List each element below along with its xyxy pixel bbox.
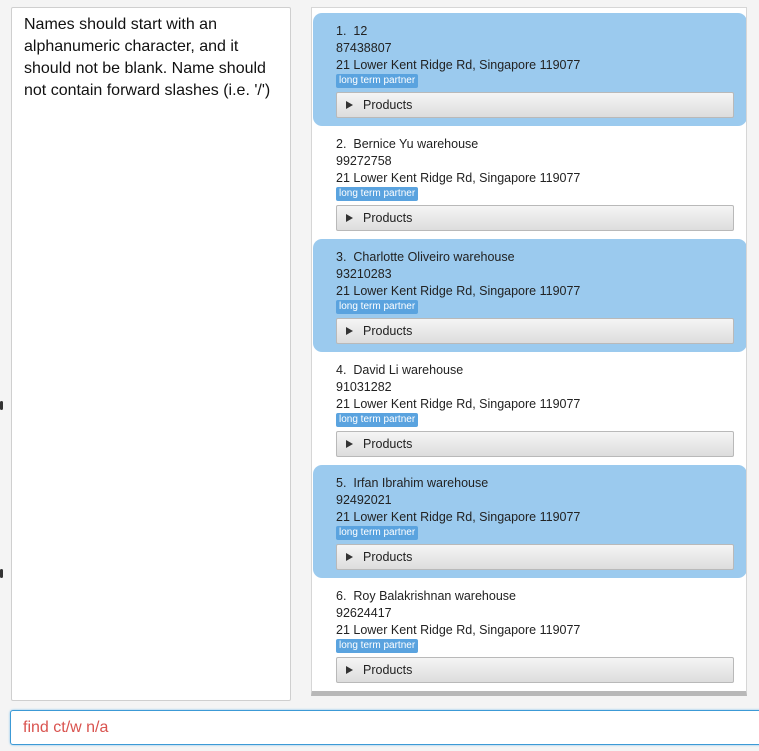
contact-index: 5.	[336, 476, 347, 490]
contact-title: 4. David Li warehouse	[336, 362, 734, 379]
contact-name: 12	[353, 24, 368, 38]
contact-phone: 99272758	[336, 154, 392, 168]
contact-card[interactable]: 6. Roy Balakrishnan warehouse 92624417 2…	[313, 578, 746, 691]
contact-phone: 87438807	[336, 41, 392, 55]
products-expander[interactable]: Products	[336, 431, 734, 457]
contact-card[interactable]: 2. Bernice Yu warehouse 99272758 21 Lowe…	[313, 126, 746, 239]
products-expander[interactable]: Products	[336, 544, 734, 570]
contact-phone: 91031282	[336, 380, 392, 394]
expand-triangle-icon	[346, 666, 353, 674]
expand-triangle-icon	[346, 101, 353, 109]
contact-card[interactable]: 4. David Li warehouse 91031282 21 Lower …	[313, 352, 746, 465]
command-box[interactable]	[10, 710, 759, 745]
window-edge-mark	[0, 569, 3, 578]
contact-tag: long term partner	[336, 187, 419, 201]
contact-tag: long term partner	[336, 526, 419, 540]
window-edge-mark	[0, 401, 3, 410]
contact-address: 21 Lower Kent Ridge Rd, Singapore 119077	[336, 58, 581, 72]
contact-phone: 92624417	[336, 606, 392, 620]
contact-tag: long term partner	[336, 300, 419, 314]
contact-name: David Li warehouse	[353, 363, 464, 377]
expand-triangle-icon	[346, 440, 353, 448]
expand-triangle-icon	[346, 214, 353, 222]
contact-title: 1. 12	[336, 23, 734, 40]
expand-triangle-icon	[346, 553, 353, 561]
contact-address: 21 Lower Kent Ridge Rd, Singapore 119077	[336, 284, 581, 298]
products-expander[interactable]: Products	[336, 205, 734, 231]
contact-tag: long term partner	[336, 639, 419, 653]
command-input[interactable]	[11, 711, 759, 744]
result-message: Names should start with an alphanumeric …	[24, 16, 271, 99]
contact-index: 1.	[336, 24, 347, 38]
contact-index: 3.	[336, 250, 347, 264]
contact-title: 6. Roy Balakrishnan warehouse	[336, 588, 734, 605]
products-label: Products	[363, 436, 413, 451]
contact-phone: 92492021	[336, 493, 392, 507]
contact-title: 3. Charlotte Oliveiro warehouse	[336, 249, 734, 266]
contact-title: 2. Bernice Yu warehouse	[336, 136, 734, 153]
contact-address: 21 Lower Kent Ridge Rd, Singapore 119077	[336, 171, 581, 185]
result-display: Names should start with an alphanumeric …	[11, 7, 291, 701]
contact-tag: long term partner	[336, 413, 419, 427]
contact-index: 4.	[336, 363, 347, 377]
expand-triangle-icon	[346, 327, 353, 335]
contact-index: 2.	[336, 137, 347, 151]
contact-name: Irfan Ibrahim warehouse	[353, 476, 489, 490]
products-label: Products	[363, 549, 413, 564]
contact-name: Charlotte Oliveiro warehouse	[353, 250, 515, 264]
contact-name: Bernice Yu warehouse	[353, 137, 479, 151]
contact-list[interactable]: 1. 12 87438807 21 Lower Kent Ridge Rd, S…	[311, 7, 747, 696]
contact-name: Roy Balakrishnan warehouse	[353, 589, 516, 603]
products-expander[interactable]: Products	[336, 318, 734, 344]
contact-address: 21 Lower Kent Ridge Rd, Singapore 119077	[336, 623, 581, 637]
contact-address: 21 Lower Kent Ridge Rd, Singapore 119077	[336, 510, 581, 524]
contact-address: 21 Lower Kent Ridge Rd, Singapore 119077	[336, 397, 581, 411]
products-label: Products	[363, 323, 413, 338]
contact-tag: long term partner	[336, 74, 419, 88]
contact-index: 6.	[336, 589, 347, 603]
products-expander[interactable]: Products	[336, 92, 734, 118]
products-expander[interactable]: Products	[336, 657, 734, 683]
contact-title: 5. Irfan Ibrahim warehouse	[336, 475, 734, 492]
products-label: Products	[363, 97, 413, 112]
products-label: Products	[363, 210, 413, 225]
contact-card[interactable]: 1. 12 87438807 21 Lower Kent Ridge Rd, S…	[313, 13, 746, 126]
products-label: Products	[363, 662, 413, 677]
contact-card[interactable]: 3. Charlotte Oliveiro warehouse 93210283…	[313, 239, 746, 352]
contact-card[interactable]: 5. Irfan Ibrahim warehouse 92492021 21 L…	[313, 465, 746, 578]
contact-phone: 93210283	[336, 267, 392, 281]
